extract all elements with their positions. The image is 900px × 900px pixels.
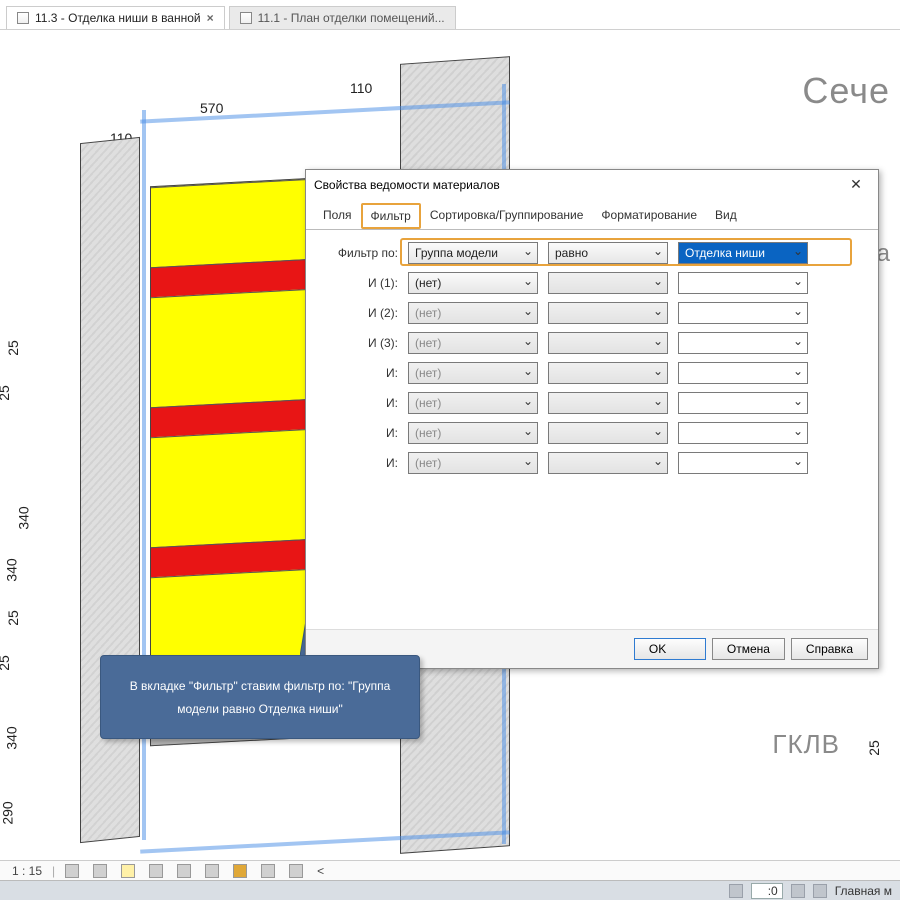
- help-button[interactable]: Справка: [791, 638, 868, 660]
- filter-field-select[interactable]: (нет): [408, 302, 538, 324]
- filter-row-7: И: (нет): [320, 452, 864, 474]
- filter-op-select[interactable]: [548, 302, 668, 324]
- doc-tab-label: 11.1 - План отделки помещений...: [258, 11, 445, 25]
- drawing-canvas[interactable]: Сече ка ГКЛВ 570 110 110 25 25 340 340 2…: [0, 30, 900, 860]
- view-scale[interactable]: 1 : 15: [8, 864, 46, 878]
- filter-label: Фильтр по:: [320, 246, 398, 260]
- filter-field-select[interactable]: (нет): [408, 332, 538, 354]
- sun-path-icon[interactable]: [117, 864, 139, 878]
- filter-label: И:: [320, 426, 398, 440]
- status-label: Главная м: [835, 884, 892, 898]
- filter-row-6: И: (нет): [320, 422, 864, 444]
- view-control-bar: 1 : 15 | <: [0, 860, 900, 880]
- filter-op-select[interactable]: [548, 422, 668, 444]
- lock-icon[interactable]: [229, 864, 251, 878]
- dim-label: 340: [16, 506, 32, 529]
- filter-label: И (1):: [320, 276, 398, 290]
- filter-field-select[interactable]: Группа модели: [408, 242, 538, 264]
- filter-field-select[interactable]: (нет): [408, 362, 538, 384]
- crop-show-icon[interactable]: [201, 864, 223, 878]
- doc-icon: [17, 12, 29, 24]
- filter-op-select[interactable]: равно: [548, 242, 668, 264]
- filter-row-2: И (2): (нет): [320, 302, 864, 324]
- tab-view[interactable]: Вид: [706, 203, 746, 229]
- dim-label: 340: [4, 558, 20, 581]
- filter-field-select[interactable]: (нет): [408, 272, 538, 294]
- tab-sort[interactable]: Сортировка/Группирование: [421, 203, 593, 229]
- filter-field-select[interactable]: (нет): [408, 392, 538, 414]
- dialog-tabs: Поля Фильтр Сортировка/Группирование Фор…: [306, 199, 878, 230]
- dim-label: 25: [0, 655, 12, 671]
- filter-value-select[interactable]: [678, 302, 808, 324]
- workset-icon[interactable]: [813, 884, 827, 898]
- filter-field-select[interactable]: (нет): [408, 422, 538, 444]
- shadows-icon[interactable]: [145, 864, 167, 878]
- close-icon[interactable]: ✕: [842, 176, 870, 193]
- cancel-button[interactable]: Отмена: [712, 638, 785, 660]
- filter-label: И (2):: [320, 306, 398, 320]
- dim-label: 290: [0, 801, 16, 824]
- filter-label: И:: [320, 366, 398, 380]
- schedule-properties-dialog: Свойства ведомости материалов ✕ Поля Фил…: [305, 169, 879, 669]
- close-icon[interactable]: ×: [207, 11, 214, 25]
- ok-button[interactable]: OK: [634, 638, 706, 660]
- filter-value-select[interactable]: [678, 362, 808, 384]
- doc-tab-active[interactable]: 11.3 - Отделка ниши в ванной ×: [6, 6, 225, 29]
- dim-label: 25: [5, 340, 21, 356]
- status-bar: :0 Главная м: [0, 880, 900, 900]
- callout-text: В вкладке "Фильтр" ставим фильтр по: "Гр…: [130, 679, 391, 716]
- filter-value-select[interactable]: [678, 392, 808, 414]
- tab-fields[interactable]: Поля: [314, 203, 361, 229]
- filter-value-select[interactable]: Отделка ниши: [678, 242, 808, 264]
- selection-count[interactable]: :0: [751, 883, 783, 899]
- filter-row-1: И (1): (нет): [320, 272, 864, 294]
- filter-row-3: И (3): (нет): [320, 332, 864, 354]
- filter-row-4: И: (нет): [320, 362, 864, 384]
- dim-label: 25: [5, 610, 21, 626]
- filter-value-select[interactable]: [678, 332, 808, 354]
- detail-level-icon[interactable]: [61, 864, 83, 878]
- doc-icon: [240, 12, 252, 24]
- filter-icon[interactable]: [791, 884, 805, 898]
- reveal-icon[interactable]: [285, 864, 307, 878]
- annotation-callout: В вкладке "Фильтр" ставим фильтр по: "Гр…: [100, 655, 420, 739]
- dim-label: 340: [4, 726, 20, 749]
- select-icon[interactable]: [729, 884, 743, 898]
- tab-format[interactable]: Форматирование: [592, 203, 706, 229]
- visual-style-icon[interactable]: [89, 864, 111, 878]
- filter-label: И:: [320, 456, 398, 470]
- filter-op-select[interactable]: [548, 452, 668, 474]
- dim-label: 25: [866, 740, 882, 756]
- dialog-titlebar[interactable]: Свойства ведомости материалов ✕: [306, 170, 878, 199]
- bg-text: ГКЛВ: [772, 729, 840, 760]
- dialog-title: Свойства ведомости материалов: [314, 178, 500, 192]
- filter-op-select[interactable]: [548, 272, 668, 294]
- bg-text: Сече: [802, 70, 890, 112]
- filter-label: И:: [320, 396, 398, 410]
- document-tabs: 11.3 - Отделка ниши в ванной × 11.1 - Пл…: [0, 0, 900, 30]
- tab-filter[interactable]: Фильтр: [361, 203, 421, 229]
- filter-row-5: И: (нет): [320, 392, 864, 414]
- doc-tab-label: 11.3 - Отделка ниши в ванной: [35, 11, 201, 25]
- filter-op-select[interactable]: [548, 362, 668, 384]
- filter-value-select[interactable]: [678, 422, 808, 444]
- filter-field-select[interactable]: (нет): [408, 452, 538, 474]
- crop-icon[interactable]: [173, 864, 195, 878]
- filter-op-select[interactable]: [548, 332, 668, 354]
- filter-value-select[interactable]: [678, 452, 808, 474]
- temporary-hide-icon[interactable]: [257, 864, 279, 878]
- filter-op-select[interactable]: [548, 392, 668, 414]
- chevron-icon[interactable]: <: [313, 864, 328, 878]
- filter-label: И (3):: [320, 336, 398, 350]
- filter-value-select[interactable]: [678, 272, 808, 294]
- doc-tab-inactive[interactable]: 11.1 - План отделки помещений...: [229, 6, 456, 29]
- filter-panel: Фильтр по: Группа модели равно Отделка н…: [306, 230, 878, 629]
- dim-label: 25: [0, 385, 12, 401]
